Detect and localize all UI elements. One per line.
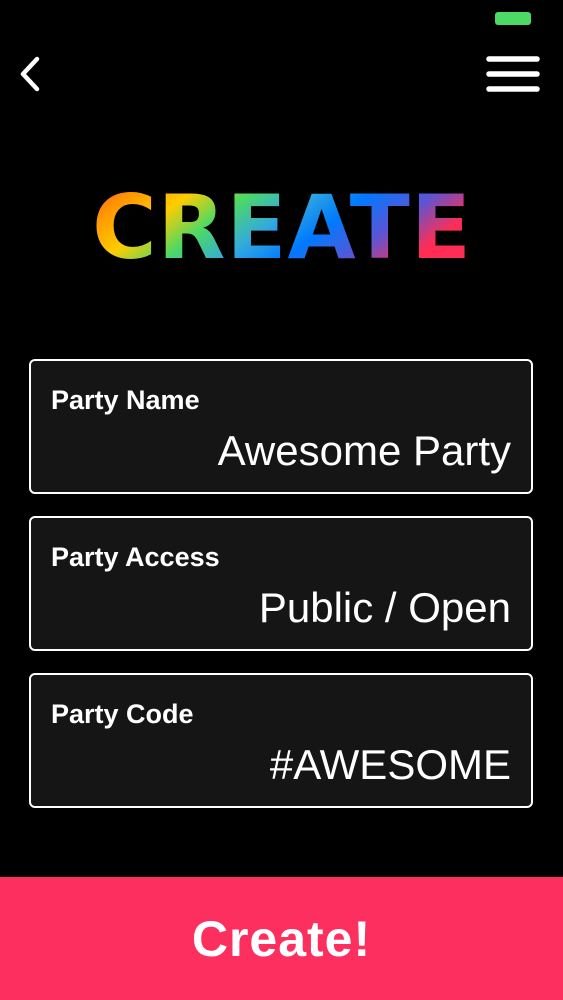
page-title-text: CREATE: [92, 176, 472, 279]
party-code-value: #AWESOME: [269, 741, 511, 788]
page-title: CREATE: [92, 176, 472, 279]
party-access-label: Party Access: [51, 542, 220, 572]
chevron-left-icon: [20, 56, 40, 92]
create-button-label: Create!: [191, 910, 372, 967]
party-name-label: Party Name: [51, 385, 200, 415]
party-name-value: Awesome Party: [217, 427, 511, 474]
party-code-field[interactable]: Party Code #AWESOME: [29, 673, 533, 808]
hamburger-menu-icon: [486, 56, 540, 92]
party-access-field[interactable]: Party Access Public / Open: [29, 516, 533, 651]
party-code-label: Party Code: [51, 699, 194, 729]
page-title-container: CREATE: [0, 170, 563, 280]
party-access-value: Public / Open: [258, 584, 511, 631]
party-name-field[interactable]: Party Name Awesome Party: [29, 359, 533, 494]
battery-indicator: [495, 12, 531, 25]
create-button[interactable]: Create!: [0, 877, 563, 1000]
back-button[interactable]: [10, 52, 50, 96]
menu-button[interactable]: [482, 50, 544, 98]
